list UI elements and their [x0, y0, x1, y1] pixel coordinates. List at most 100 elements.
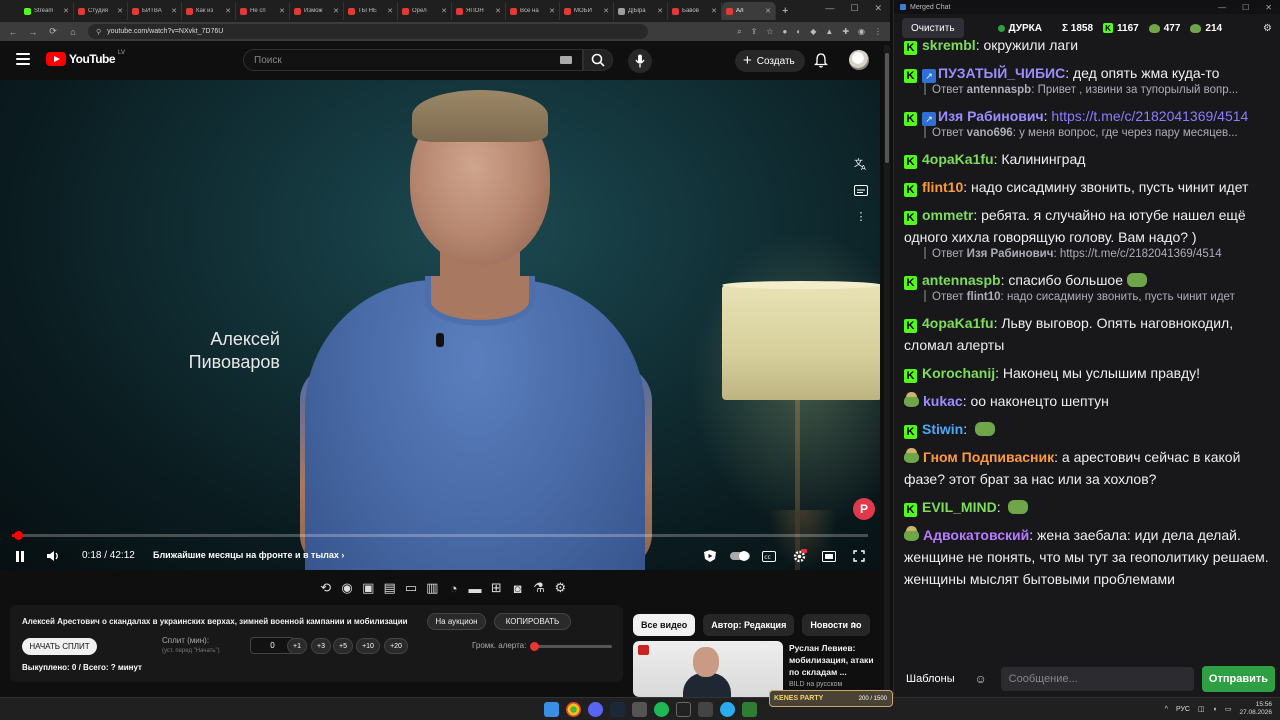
chat-message[interactable]: K Stiwin:	[904, 418, 1271, 440]
alert-volume-handle[interactable]	[530, 642, 540, 651]
tab-close-icon[interactable]: ✕	[657, 7, 663, 15]
chat-username[interactable]: ПУЗАТЫЙ_ЧИБИС	[938, 65, 1065, 81]
tab-close-icon[interactable]: ✕	[225, 7, 231, 15]
search-button[interactable]	[583, 49, 613, 71]
extension-icon[interactable]: ◐	[796, 27, 801, 37]
zoom-icon[interactable]: ⌕	[737, 27, 741, 37]
browser-tab[interactable]: Не сп ✕	[236, 2, 290, 20]
tab-close-icon[interactable]: ✕	[387, 7, 393, 15]
keyboard-icon[interactable]	[560, 56, 572, 64]
chat-username[interactable]: Stiwin	[922, 421, 963, 437]
clock[interactable]: 15:56 27.08.2026	[1239, 701, 1272, 717]
browser-tab[interactable]: Ал ✕	[722, 2, 776, 20]
terminal-icon[interactable]	[698, 702, 713, 717]
chat-username[interactable]: 4opaKa1fu	[922, 151, 994, 167]
chat-message[interactable]: K Korochanij: Наконец мы услышим правду!	[904, 362, 1271, 384]
chat-username[interactable]: flint10	[922, 179, 963, 195]
audio-wave-icon[interactable]: ◉	[339, 580, 354, 596]
more-vertical-icon[interactable]: ⋮	[851, 206, 871, 226]
chat-message[interactable]: Kskrembl: окружили лаги	[904, 34, 1271, 56]
cinema-icon[interactable]: ▥	[425, 580, 440, 596]
puzzle-icon[interactable]: ✚	[842, 27, 849, 37]
browser-tab[interactable]: ЯПОН ✕	[452, 2, 506, 20]
reply-preview[interactable]: Ответ flint10: надо сисадмину звонить, п…	[904, 288, 1271, 306]
reply-preview[interactable]: Ответ vano696: у меня вопрос, где через …	[904, 124, 1271, 142]
voice-search-button[interactable]	[628, 49, 652, 73]
youtube-logo[interactable]: YouTube LV	[46, 50, 125, 66]
translate-icon[interactable]: 文A	[851, 154, 871, 174]
create-button[interactable]: + Создать	[735, 50, 805, 72]
chat-username[interactable]: Korochanij	[922, 365, 995, 381]
battery-icon[interactable]: ▭	[1225, 705, 1232, 713]
extension-icon[interactable]: ●	[783, 27, 788, 37]
split-step-button[interactable]: +20	[384, 638, 408, 654]
forward-icon[interactable]: →	[28, 27, 38, 37]
minimize-icon[interactable]: —	[1218, 3, 1226, 12]
chat-settings-gear-icon[interactable]: ⚙	[1263, 23, 1272, 34]
related-video-thumbnail[interactable]	[633, 641, 783, 697]
reply-preview[interactable]: Ответ Изя Рабинович: https://t.me/c/2182…	[904, 245, 1271, 263]
network-icon[interactable]: ◫	[1198, 705, 1205, 713]
app-icon[interactable]	[742, 702, 757, 717]
telegram-icon[interactable]	[720, 702, 735, 717]
browser-tab[interactable]: Stream ✕	[20, 2, 74, 20]
split-step-button[interactable]: +5	[333, 638, 353, 654]
chat-message[interactable]: Kflint10: надо сисадмину звонить, пусть …	[904, 176, 1271, 198]
chat-message[interactable]: K EVIL_MIND:	[904, 496, 1271, 518]
extension-settings-gear-icon[interactable]: ⚙	[553, 580, 568, 596]
settings-gear-icon[interactable]	[789, 547, 809, 565]
chat-message[interactable]: Адвокатовский: жена заебала: иди дела де…	[904, 524, 1271, 590]
browser-tab[interactable]: ТЫ НЕ ✕	[344, 2, 398, 20]
channel-watermark-logo[interactable]: P	[853, 498, 875, 520]
popup-player-icon[interactable]: ⊞	[489, 580, 504, 596]
chat-username[interactable]: 4opaKa1fu	[922, 315, 994, 331]
browser-tab[interactable]: Студия ✕	[74, 2, 128, 20]
screenshot-eye-icon[interactable]: ▣	[361, 580, 376, 596]
tab-close-icon[interactable]: ✕	[711, 7, 717, 15]
browser-menu-icon[interactable]: ⋮	[874, 27, 882, 37]
chat-username[interactable]: kukac	[923, 393, 963, 409]
chapter-title[interactable]: Ближайшие месяцы на фронте и в тылах ›	[153, 550, 344, 560]
language-indicator[interactable]: РУС	[1176, 706, 1190, 713]
chat-username[interactable]: EVIL_MIND	[922, 499, 997, 515]
chat-username[interactable]: Гном Подпивасник	[923, 449, 1054, 465]
account-avatar[interactable]	[849, 50, 869, 70]
extension-icon[interactable]: ◆	[810, 27, 816, 37]
browser-tab[interactable]: Как из ✕	[182, 2, 236, 20]
obs-icon[interactable]	[676, 702, 691, 717]
start-menu-icon[interactable]	[544, 702, 559, 717]
speed-gauge-icon[interactable]: ◔	[446, 581, 461, 596]
browser-tab[interactable]: Д|Ыра ✕	[614, 2, 668, 20]
tab-close-icon[interactable]: ✕	[171, 7, 177, 15]
chat-message[interactable]: K 4opaKa1fu: Льву выговор. Опять наговнок…	[904, 312, 1271, 356]
chat-username[interactable]: Изя Рабинович	[938, 108, 1044, 124]
browser-tab[interactable]: Орел ✕	[398, 2, 452, 20]
subtitles-panel-icon[interactable]	[851, 180, 871, 200]
speaker-icon[interactable]: ◖	[1213, 706, 1217, 713]
auction-button[interactable]: На аукцион	[427, 613, 486, 630]
chat-messages[interactable]: Kskrembl: окружили лаги K ↗ ПУЗАТЫЙ_ЧИБИС: …	[894, 34, 1280, 660]
tab-close-icon[interactable]: ✕	[765, 7, 771, 15]
clapper-icon[interactable]: ▤	[382, 580, 397, 596]
loop-icon[interactable]: ⟲	[318, 580, 333, 596]
related-video-channel[interactable]: BILD на русском	[789, 681, 842, 688]
send-button[interactable]: Отправить	[1201, 666, 1275, 692]
split-step-button[interactable]: +1	[287, 638, 307, 654]
chat-link[interactable]: https://t.me/c/2182041369/4514	[1051, 108, 1248, 124]
sponsorblock-icon[interactable]	[700, 547, 720, 565]
tab-close-icon[interactable]: ✕	[117, 7, 123, 15]
new-tab-icon[interactable]: +	[782, 5, 788, 17]
maximize-icon[interactable]: ☐	[1242, 3, 1249, 12]
tab-close-icon[interactable]: ✕	[279, 7, 285, 15]
chat-message[interactable]: Kommetr: ребята. я случайно на ютубе наш…	[904, 204, 1271, 263]
flask-icon[interactable]: ⚗	[531, 580, 546, 596]
page-scrollbar[interactable]	[884, 45, 890, 697]
fullscreen-icon[interactable]	[849, 547, 869, 565]
emoji-picker-icon[interactable]: ☺	[969, 672, 993, 686]
home-icon[interactable]: ⌂	[68, 27, 78, 37]
filter-chip[interactable]: Новости по	[802, 614, 870, 636]
share-icon[interactable]: ⇪	[751, 27, 758, 37]
chat-message[interactable]: K ↗ Изя Рабинович: https://t.me/c/21820413…	[904, 105, 1271, 142]
filter-chip[interactable]: Все видео	[633, 614, 696, 636]
split-step-button[interactable]: +3	[311, 638, 331, 654]
